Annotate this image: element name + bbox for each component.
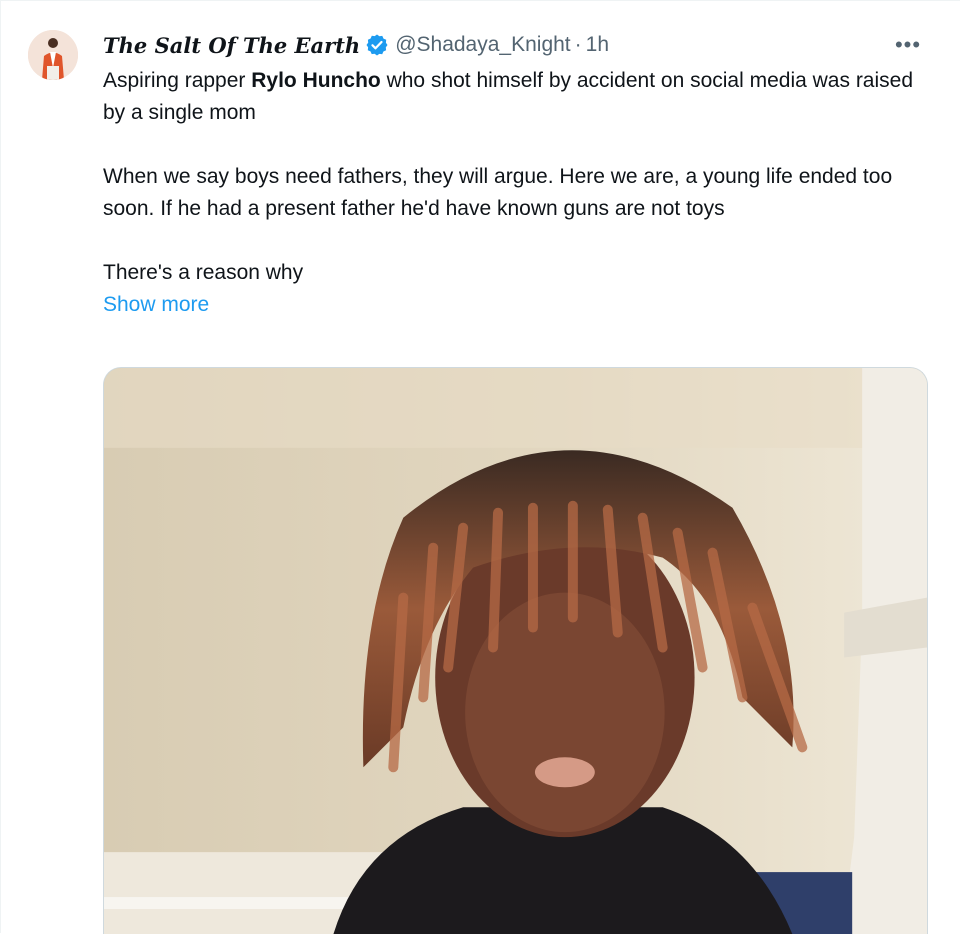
tweet-text: Aspiring rapper Rylo Huncho who shot him… [103,65,933,321]
tweet-paragraph-1: Aspiring rapper Rylo Huncho who shot him… [103,65,933,129]
tweet-paragraph-3: There's a reason why [103,261,304,284]
photo-icon [104,368,927,934]
mentioned-name: Rylo Huncho [251,69,381,92]
paragraph-1-start: Aspiring rapper [103,69,252,92]
tweet-media[interactable] [103,367,928,934]
header-separator: · [574,33,582,56]
avatar-image [28,30,78,80]
tweet-timestamp[interactable]: 1h [586,33,609,57]
author-handle[interactable]: @Shadaya_Knight [395,33,570,57]
author-avatar[interactable] [28,30,78,80]
author-display-name[interactable]: The Salt Of The Earth [103,33,360,58]
verified-badge-icon [365,33,389,57]
more-options-icon[interactable]: ••• [890,31,926,59]
tweet-paragraph-2: When we say boys need fathers, they will… [103,165,893,220]
show-more-link[interactable]: Show more [103,289,209,321]
tweet-card[interactable]: The Salt Of The Earth @Shadaya_Knight · … [0,0,960,934]
tweet-header: The Salt Of The Earth @Shadaya_Knight · … [103,31,930,59]
